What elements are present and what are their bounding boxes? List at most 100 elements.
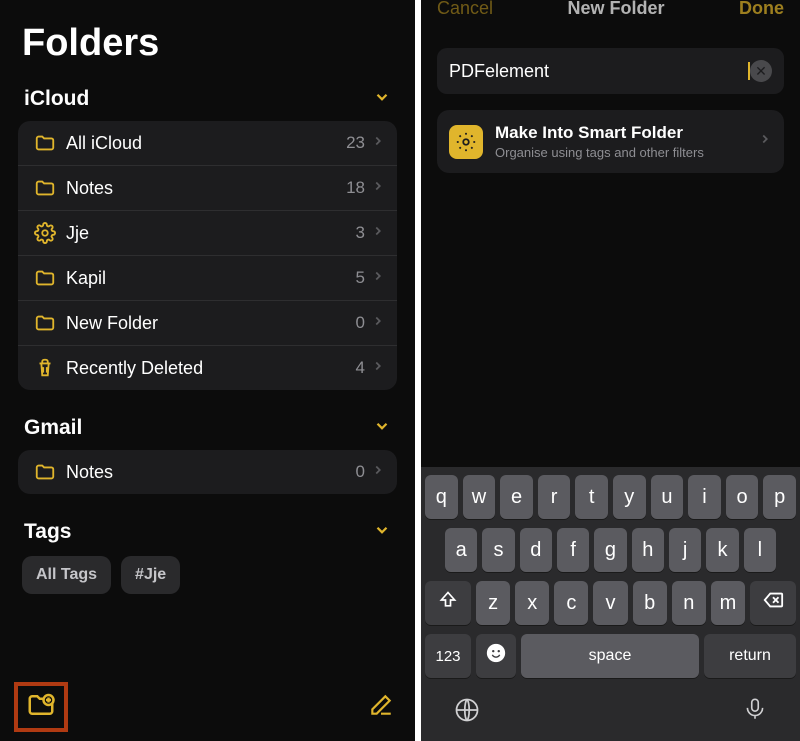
chevron-right-icon [371, 179, 385, 198]
folder-name: Recently Deleted [60, 358, 356, 379]
key-x[interactable]: x [515, 581, 549, 625]
key-emoji[interactable] [476, 634, 516, 678]
folder-count: 5 [356, 268, 371, 288]
key-space[interactable]: space [521, 634, 699, 678]
smart-folder-text: Make Into Smart Folder Organise using ta… [495, 123, 758, 160]
key-f[interactable]: f [557, 528, 589, 572]
folder-row-recently-deleted[interactable]: Recently Deleted 4 [18, 346, 397, 390]
bottom-toolbar [0, 679, 415, 741]
key-numbers[interactable]: 123 [425, 634, 471, 678]
folder-count: 3 [356, 223, 371, 243]
compose-button[interactable] [361, 687, 401, 727]
folder-count: 23 [346, 133, 371, 153]
key-e[interactable]: e [500, 475, 533, 519]
keyboard: q w e r t y u i o p a s d f g h j k l z [421, 467, 800, 741]
key-b[interactable]: b [633, 581, 667, 625]
input-value: PDFelement [449, 62, 750, 80]
new-folder-screen: Cancel New Folder Done PDFelement ✕ Make… [421, 0, 800, 741]
folder-name: All iCloud [60, 133, 346, 154]
key-d[interactable]: d [520, 528, 552, 572]
tag-all-tags[interactable]: All Tags [22, 556, 111, 594]
section-header-tags[interactable]: Tags [18, 512, 397, 554]
cancel-button[interactable]: Cancel [437, 0, 493, 16]
chevron-down-icon [373, 521, 391, 544]
folder-icon [30, 177, 60, 199]
folder-icon [30, 132, 60, 154]
section-header-icloud[interactable]: iCloud [18, 79, 397, 121]
dictation-button[interactable] [742, 696, 768, 729]
key-l[interactable]: l [744, 528, 776, 572]
chevron-right-icon [371, 359, 385, 378]
x-icon: ✕ [755, 63, 767, 80]
gear-icon [449, 125, 483, 159]
folder-name: Notes [60, 462, 356, 483]
folder-row-notes[interactable]: Notes 18 [18, 166, 397, 211]
folder-name-input[interactable]: PDFelement ✕ [437, 48, 784, 94]
key-c[interactable]: c [554, 581, 588, 625]
folder-name: Jje [60, 223, 356, 244]
key-backspace[interactable] [750, 581, 796, 625]
folder-icon [30, 461, 60, 483]
key-m[interactable]: m [711, 581, 745, 625]
page-title: Folders [22, 22, 397, 65]
folder-icon [30, 267, 60, 289]
key-n[interactable]: n [672, 581, 706, 625]
key-q[interactable]: q [425, 475, 458, 519]
chevron-right-icon [371, 269, 385, 288]
key-u[interactable]: u [651, 475, 684, 519]
globe-icon [453, 711, 481, 728]
key-o[interactable]: o [726, 475, 759, 519]
key-g[interactable]: g [594, 528, 626, 572]
new-folder-button[interactable] [14, 682, 68, 732]
shift-icon [438, 590, 458, 616]
folder-plus-icon [26, 690, 56, 725]
key-y[interactable]: y [613, 475, 646, 519]
chevron-right-icon [371, 463, 385, 482]
key-a[interactable]: a [445, 528, 477, 572]
key-i[interactable]: i [688, 475, 721, 519]
folder-count: 0 [356, 462, 371, 482]
key-p[interactable]: p [763, 475, 796, 519]
folder-row-new-folder[interactable]: New Folder 0 [18, 301, 397, 346]
key-s[interactable]: s [482, 528, 514, 572]
emoji-icon [485, 642, 507, 670]
folder-icon [30, 312, 60, 334]
nav-bar: Cancel New Folder Done [421, 0, 800, 16]
nav-title: New Folder [568, 0, 665, 16]
chevron-right-icon [371, 314, 385, 333]
chevron-down-icon [373, 88, 391, 111]
chevron-right-icon [758, 132, 772, 151]
clear-input-button[interactable]: ✕ [750, 60, 772, 82]
key-k[interactable]: k [706, 528, 738, 572]
key-t[interactable]: t [575, 475, 608, 519]
chevron-right-icon [371, 224, 385, 243]
folder-row-gmail-notes[interactable]: Notes 0 [18, 450, 397, 494]
folders-screen: Folders iCloud All iCloud 23 Notes 18 Jj… [0, 0, 421, 741]
key-j[interactable]: j [669, 528, 701, 572]
key-shift[interactable] [425, 581, 471, 625]
tags-row: All Tags #Jje [18, 554, 397, 604]
backspace-icon [762, 589, 784, 617]
folder-row-all-icloud[interactable]: All iCloud 23 [18, 121, 397, 166]
trash-icon [30, 357, 60, 379]
section-label: Tags [24, 520, 71, 544]
folder-name: Kapil [60, 268, 356, 289]
folder-count: 18 [346, 178, 371, 198]
key-r[interactable]: r [538, 475, 571, 519]
section-label: iCloud [24, 87, 89, 111]
key-return[interactable]: return [704, 634, 796, 678]
make-smart-folder-row[interactable]: Make Into Smart Folder Organise using ta… [437, 110, 784, 173]
chevron-right-icon [371, 134, 385, 153]
smart-folder-row-jje[interactable]: Jje 3 [18, 211, 397, 256]
key-z[interactable]: z [476, 581, 510, 625]
folder-row-kapil[interactable]: Kapil 5 [18, 256, 397, 301]
globe-button[interactable] [453, 696, 481, 729]
key-h[interactable]: h [632, 528, 664, 572]
mic-icon [742, 709, 768, 726]
key-w[interactable]: w [463, 475, 496, 519]
done-button[interactable]: Done [739, 0, 784, 16]
key-v[interactable]: v [593, 581, 627, 625]
folder-count: 0 [356, 313, 371, 333]
tag-jje[interactable]: #Jje [121, 556, 180, 594]
section-header-gmail[interactable]: Gmail [18, 408, 397, 450]
